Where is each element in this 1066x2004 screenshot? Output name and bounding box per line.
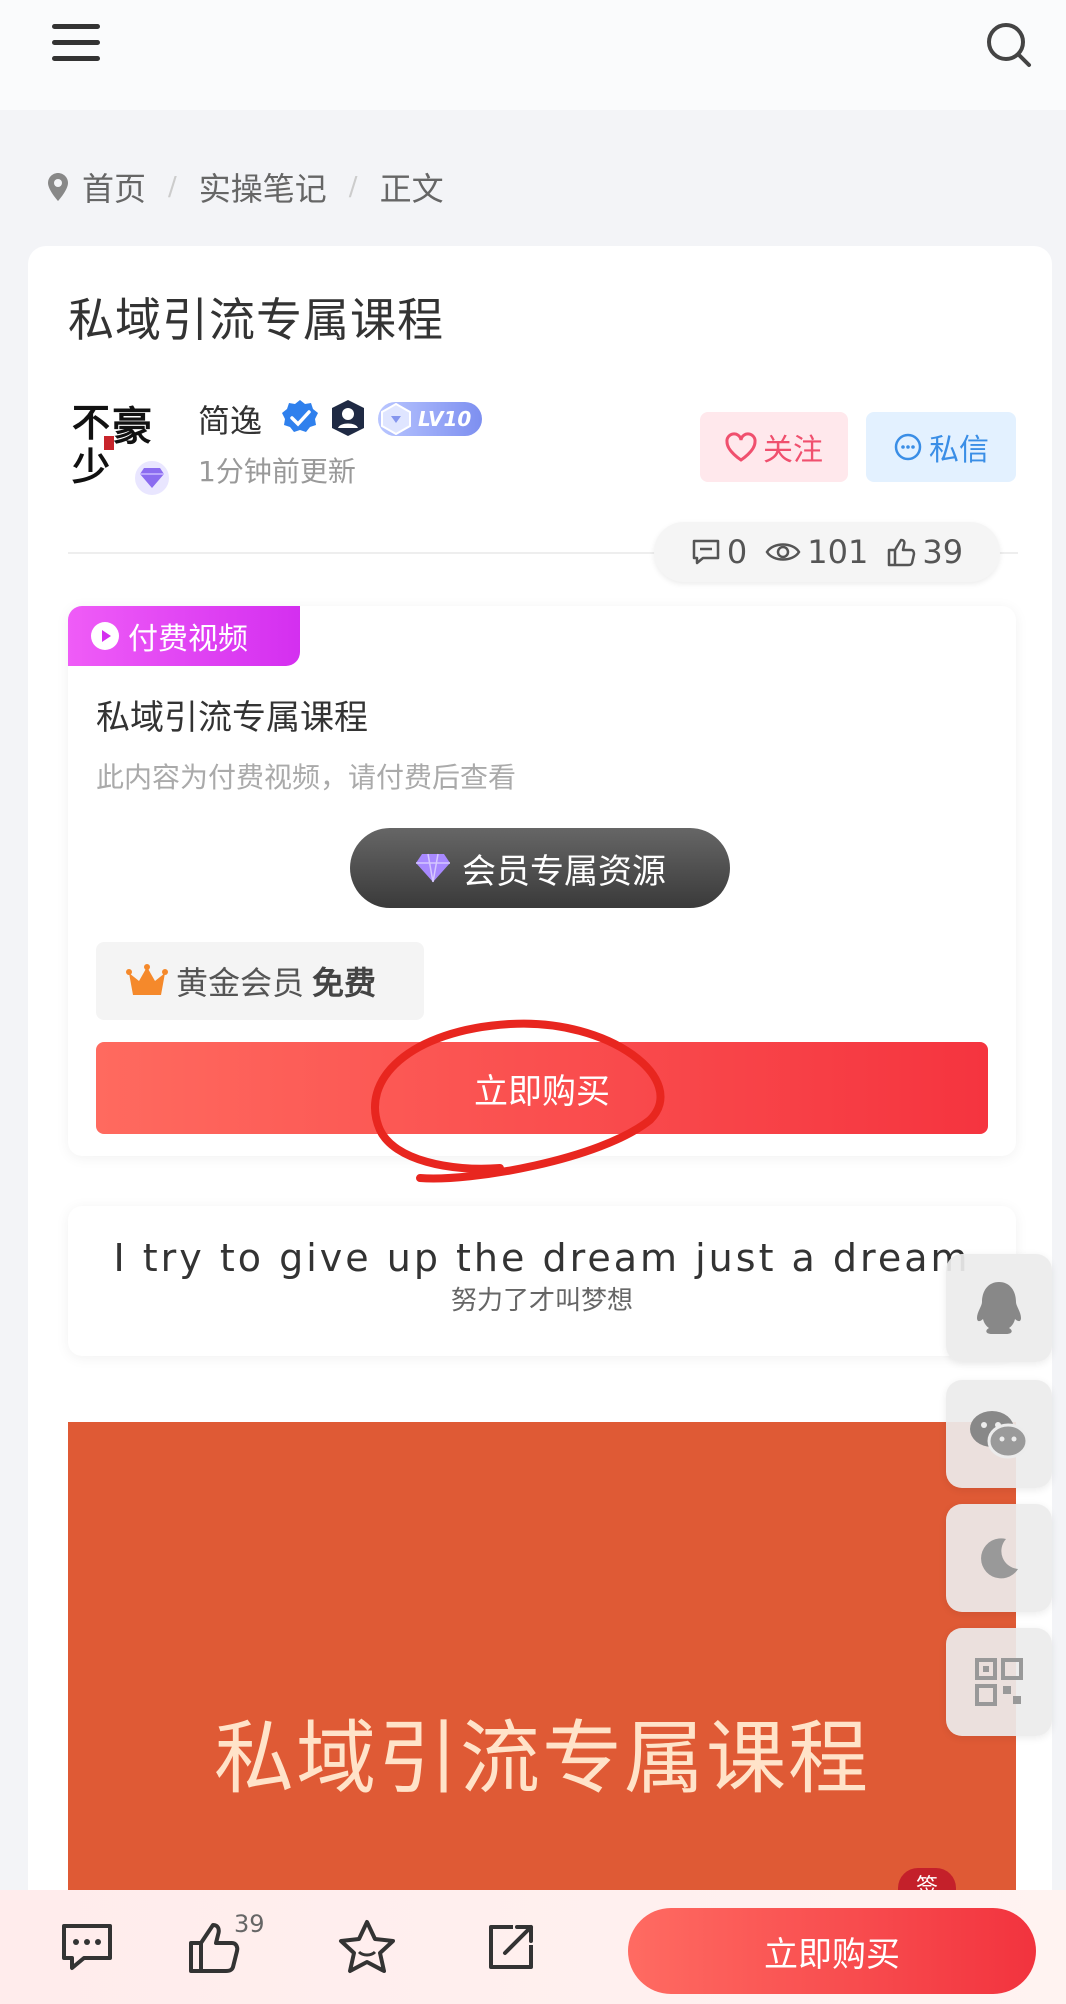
wechat-button[interactable] <box>946 1380 1052 1488</box>
qrcode-button[interactable] <box>946 1628 1052 1736</box>
red-circle-annotation <box>371 1019 665 1183</box>
comment-icon <box>62 1924 112 1970</box>
top-bar <box>0 0 1066 110</box>
message-label: 私信 <box>929 433 989 468</box>
search-icon[interactable] <box>984 20 1034 70</box>
paid-title: 私域引流专属课程 <box>96 698 368 738</box>
paid-video-tag: 付费视频 <box>68 606 300 666</box>
bottom-like-count: 39 <box>234 1910 265 1938</box>
comment-count: 0 <box>726 533 748 571</box>
share-icon <box>489 1925 533 1969</box>
comment-icon <box>692 539 720 565</box>
breadcrumb-home[interactable]: 首页 <box>82 164 146 210</box>
author-name[interactable]: 简逸 <box>198 396 262 442</box>
user-badge-icon <box>328 398 368 442</box>
svg-text:少: 少 <box>72 444 110 488</box>
view-stat: 101 <box>765 533 868 571</box>
breadcrumb: 首页 / 实操笔记 / 正文 <box>48 164 444 210</box>
eye-icon <box>765 543 801 561</box>
level-text: LV10 <box>418 407 472 431</box>
play-icon <box>91 622 119 650</box>
heart-icon <box>725 432 757 462</box>
level-badge: LV10 <box>378 402 482 436</box>
share-button[interactable] <box>476 1912 546 1982</box>
member-price: 免费 <box>312 964 377 1002</box>
view-count: 101 <box>807 533 869 571</box>
like-stat[interactable]: 39 <box>886 533 963 571</box>
favorite-button[interactable] <box>332 1912 402 1982</box>
qq-button[interactable] <box>946 1254 1052 1362</box>
qq-icon <box>977 1282 1021 1334</box>
paid-content-box: 付费视频 私域引流专属课程 此内容为付费视频，请付费后查看 会员专属资源 黄金会… <box>68 606 1016 1183</box>
moon-icon <box>981 1538 1018 1579</box>
member-label: 黄金会员 <box>176 964 305 1002</box>
page-title: 私域引流专属课程 <box>68 293 444 347</box>
quote-english: I try to give up the dream just a dream <box>113 1236 971 1280</box>
qrcode-icon <box>975 1658 1023 1706</box>
post-card: 私域引流专属课程 不 豪 少 简逸 LV10 1分钟前更新 关注 私信 0 10… <box>28 246 1052 2004</box>
star-icon <box>339 1920 395 1973</box>
breadcrumb-category[interactable]: 实操笔记 <box>199 164 327 210</box>
diamond-icon <box>416 853 450 883</box>
hamburger-menu-icon[interactable] <box>52 22 102 62</box>
thumbs-up-icon <box>189 1923 240 1973</box>
breadcrumb-separator: / <box>348 172 358 202</box>
breadcrumb-current: 正文 <box>379 170 444 208</box>
quote-box: I try to give up the dream just a dream … <box>68 1206 1016 1356</box>
comment-button[interactable] <box>52 1912 122 1982</box>
svg-text:豪: 豪 <box>112 403 152 450</box>
paid-tag-label: 付费视频 <box>128 622 248 657</box>
comment-stat[interactable]: 0 <box>691 533 747 571</box>
bottom-buy-button[interactable]: 立即购买 <box>628 1908 1036 1994</box>
cover-title: 私域引流专属课程 <box>214 1712 870 1805</box>
thumbs-up-icon <box>888 538 916 567</box>
verified-icon <box>280 398 320 442</box>
bottom-bar: 39 立即购买 <box>0 1890 1066 2004</box>
gold-member-price: 黄金会员 免费 <box>96 942 424 1020</box>
quote-chinese: 努力了才叫梦想 <box>450 1286 633 1316</box>
message-button[interactable]: 私信 <box>866 412 1016 482</box>
chat-bubble-icon <box>894 433 922 461</box>
follow-button[interactable]: 关注 <box>700 412 848 482</box>
crown-icon <box>126 964 168 995</box>
location-pin-icon <box>48 173 68 201</box>
follow-label: 关注 <box>763 433 823 468</box>
vip-resource-pill: 会员专属资源 <box>350 828 730 908</box>
like-count: 39 <box>922 533 964 571</box>
updated-time: 1分钟前更新 <box>198 455 356 488</box>
paid-description: 此内容为付费视频，请付费后查看 <box>96 761 517 794</box>
wechat-icon <box>970 1411 1029 1459</box>
level-hexagon-icon <box>381 403 411 435</box>
breadcrumb-separator: / <box>168 172 177 202</box>
post-stats: 0 101 39 <box>654 522 1000 582</box>
vip-pill-label: 会员专属资源 <box>462 851 666 892</box>
dark-mode-button[interactable] <box>946 1504 1052 1612</box>
vip-diamond-icon <box>132 458 172 498</box>
